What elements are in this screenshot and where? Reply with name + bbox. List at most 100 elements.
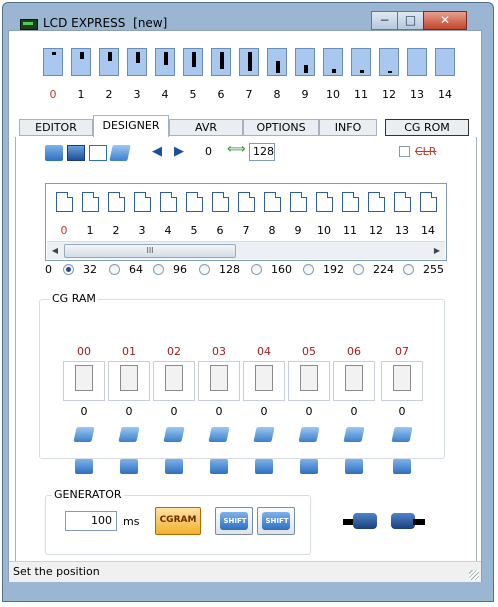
eraser-icon[interactable]: [73, 427, 95, 442]
page-label: 2: [112, 224, 120, 237]
save-disk-icon[interactable]: [67, 145, 85, 161]
clr-checkbox[interactable]: [399, 146, 410, 157]
cgram-generate-button[interactable]: CGRAM: [155, 507, 201, 535]
clr-label: CLR: [415, 145, 437, 158]
page-icon[interactable]: [56, 192, 73, 212]
cgram-char-cell[interactable]: [300, 365, 318, 391]
open-folder-icon[interactable]: [345, 459, 363, 474]
shift-left-button[interactable]: SHIFT: [215, 507, 253, 535]
channel-level-bar: [80, 52, 84, 59]
swap-arrows-icon[interactable]: ⟺: [227, 142, 246, 157]
offset-radio-160[interactable]: [251, 264, 262, 275]
eraser-icon[interactable]: [163, 427, 185, 442]
page-icon[interactable]: [82, 192, 99, 212]
channel-box: [435, 48, 455, 76]
cgram-char-cell[interactable]: [210, 365, 228, 391]
page-icon[interactable]: [316, 192, 333, 212]
page-label: 5: [190, 224, 198, 237]
binoculars-left-icon[interactable]: [343, 511, 379, 533]
scroll-thumb[interactable]: III: [64, 244, 236, 258]
channel-level-bar: [108, 52, 112, 61]
cgram-value: 0: [398, 405, 406, 418]
page-icon[interactable]: [290, 192, 307, 212]
length-field[interactable]: 128: [249, 143, 275, 161]
tab-editor[interactable]: EDITOR: [19, 119, 93, 136]
channel-box: [407, 48, 427, 76]
open-folder-icon[interactable]: [45, 145, 63, 161]
cgram-char-cell[interactable]: [345, 365, 363, 391]
resize-grip-icon[interactable]: [469, 570, 479, 580]
arrow-left-icon[interactable]: ◀: [149, 145, 165, 159]
open-folder-icon[interactable]: [300, 459, 318, 474]
cgram-value: 0: [80, 405, 88, 418]
page-icon[interactable]: [186, 192, 203, 212]
channel-label: 1: [77, 88, 85, 101]
page-icon[interactable]: [134, 192, 151, 212]
page-label: 13: [395, 224, 409, 237]
shift-right-button[interactable]: SHIFT: [257, 507, 295, 535]
channel-box: [127, 48, 147, 76]
page-icon[interactable]: [394, 192, 411, 212]
arrow-right-icon[interactable]: ▶: [171, 145, 187, 159]
page-icon[interactable]: [108, 192, 125, 212]
maximize-button[interactable]: □: [397, 11, 424, 30]
eraser-icon[interactable]: [391, 427, 413, 442]
offset-radio-255[interactable]: [403, 264, 414, 275]
offset-radio-128[interactable]: [199, 264, 210, 275]
eraser-icon[interactable]: [208, 427, 230, 442]
cgram-button-label: CGRAM: [159, 515, 197, 525]
page-icon[interactable]: [212, 192, 229, 212]
generator-delay-field[interactable]: 100: [65, 511, 117, 531]
page-icon[interactable]: [420, 192, 437, 212]
binoculars-right-icon[interactable]: [391, 511, 427, 533]
offset-radio-96[interactable]: [153, 264, 164, 275]
offset-radio-224[interactable]: [353, 264, 364, 275]
close-button[interactable]: ✕: [423, 11, 467, 30]
cgram-char-cell[interactable]: [255, 365, 273, 391]
channel-box: [43, 48, 63, 76]
tab-avr[interactable]: AVR: [169, 119, 243, 136]
scroll-right-icon[interactable]: ▶: [429, 242, 445, 259]
tab-info[interactable]: INFO: [319, 119, 377, 136]
open-folder-icon[interactable]: [255, 459, 273, 474]
window-title-name: LCD EXPRESS: [43, 16, 126, 30]
eraser-icon[interactable]: [298, 427, 320, 442]
open-folder-icon[interactable]: [165, 459, 183, 474]
page-label: 14: [421, 224, 435, 237]
channel-box: [99, 48, 119, 76]
title-bar[interactable]: LCD EXPRESS [new] − □ ✕: [3, 3, 493, 33]
page-icon[interactable]: [342, 192, 359, 212]
open-folder-icon[interactable]: [75, 459, 93, 474]
page-horizontal-scrollbar[interactable]: ◀ III ▶: [47, 241, 445, 259]
offset-radio-192[interactable]: [303, 264, 314, 275]
channel-level-bar: [388, 71, 392, 73]
offset-radio-64[interactable]: [109, 264, 120, 275]
tab-cg-rom[interactable]: CG ROM: [385, 119, 469, 136]
open-folder-icon[interactable]: [393, 459, 411, 474]
eraser-icon[interactable]: [343, 427, 365, 442]
channel-label: 0: [49, 88, 57, 101]
channel-box: [211, 48, 231, 76]
open-folder-icon[interactable]: [210, 459, 228, 474]
cgram-char-cell[interactable]: [165, 365, 183, 391]
cgram-char-cell[interactable]: [120, 365, 138, 391]
scroll-left-icon[interactable]: ◀: [47, 242, 63, 259]
channel-label: 5: [189, 88, 197, 101]
open-folder-icon[interactable]: [120, 459, 138, 474]
eraser-icon[interactable]: [118, 427, 140, 442]
page-icon[interactable]: [368, 192, 385, 212]
page-icon[interactable]: [264, 192, 281, 212]
minimize-button[interactable]: −: [371, 11, 398, 30]
tab-options[interactable]: OPTIONS: [243, 119, 319, 136]
offset-radio-32[interactable]: [63, 264, 74, 275]
cgram-char-cell[interactable]: [393, 365, 411, 391]
eraser-icon[interactable]: [109, 145, 131, 161]
eraser-icon[interactable]: [253, 427, 275, 442]
tab-designer[interactable]: DESIGNER: [93, 115, 169, 137]
cgram-hex: 02: [167, 345, 181, 358]
cgram-value: 0: [215, 405, 223, 418]
page-icon[interactable]: [238, 192, 255, 212]
page-icon[interactable]: [160, 192, 177, 212]
cgram-char-cell[interactable]: [75, 365, 93, 391]
new-document-icon[interactable]: [89, 145, 107, 161]
